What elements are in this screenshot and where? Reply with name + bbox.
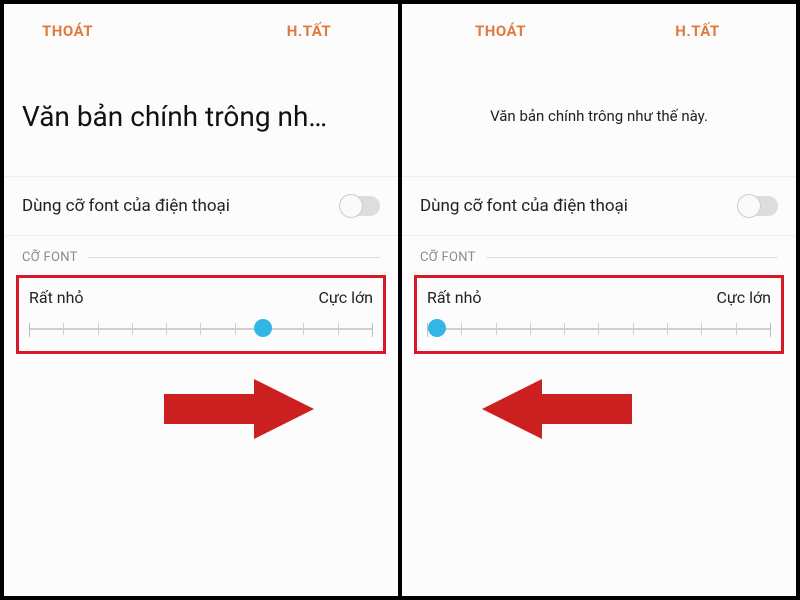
divider <box>88 257 380 258</box>
font-size-slider-highlight: Rất nhỏ Cực lớn <box>16 275 386 354</box>
done-button[interactable]: H.TẤT <box>675 22 719 40</box>
preview-text: Văn bản chính trông như thế này. <box>420 107 778 125</box>
preview-area: Văn bản chính trông nh… <box>4 56 398 176</box>
use-phone-font-row[interactable]: Dùng cỡ font của điện thoại <box>4 176 398 236</box>
font-size-section-title: CỠ FONT <box>420 250 476 265</box>
use-phone-font-row[interactable]: Dùng cỡ font của điện thoại <box>402 176 796 236</box>
done-button[interactable]: H.TẤT <box>287 22 331 40</box>
toolbar: THOÁT H.TẤT <box>402 4 796 56</box>
use-phone-font-label: Dùng cỡ font của điện thoại <box>420 196 738 216</box>
use-phone-font-label: Dùng cỡ font của điện thoại <box>22 196 340 216</box>
use-phone-font-toggle[interactable] <box>340 196 380 216</box>
font-size-section-title: CỠ FONT <box>22 250 78 265</box>
font-size-section-header: CỠ FONT <box>4 236 398 271</box>
slider-max-label: Cực lớn <box>318 288 373 307</box>
divider <box>486 257 778 258</box>
toolbar: THOÁT H.TẤT <box>4 4 398 56</box>
exit-button[interactable]: THOÁT <box>475 22 526 40</box>
slider-max-label: Cực lớn <box>716 288 771 307</box>
arrow-right-icon <box>164 374 314 444</box>
font-size-section-header: CỠ FONT <box>402 236 796 271</box>
preview-area: Văn bản chính trông như thế này. <box>402 56 796 176</box>
use-phone-font-toggle[interactable] <box>738 196 778 216</box>
font-size-slider-highlight: Rất nhỏ Cực lớn <box>414 275 784 354</box>
font-size-slider[interactable] <box>427 321 771 337</box>
font-size-slider[interactable] <box>29 321 373 337</box>
panel-large-font: THOÁT H.TẤT Văn bản chính trông nh… Dùng… <box>4 4 400 596</box>
slider-thumb[interactable] <box>254 319 272 337</box>
exit-button[interactable]: THOÁT <box>42 22 93 40</box>
preview-text: Văn bản chính trông nh… <box>22 100 380 133</box>
slider-thumb[interactable] <box>428 319 446 337</box>
arrow-left-icon <box>482 374 632 444</box>
panel-small-font: THOÁT H.TẤT Văn bản chính trông như thế … <box>400 4 796 596</box>
slider-min-label: Rất nhỏ <box>427 288 482 307</box>
slider-min-label: Rất nhỏ <box>29 288 84 307</box>
